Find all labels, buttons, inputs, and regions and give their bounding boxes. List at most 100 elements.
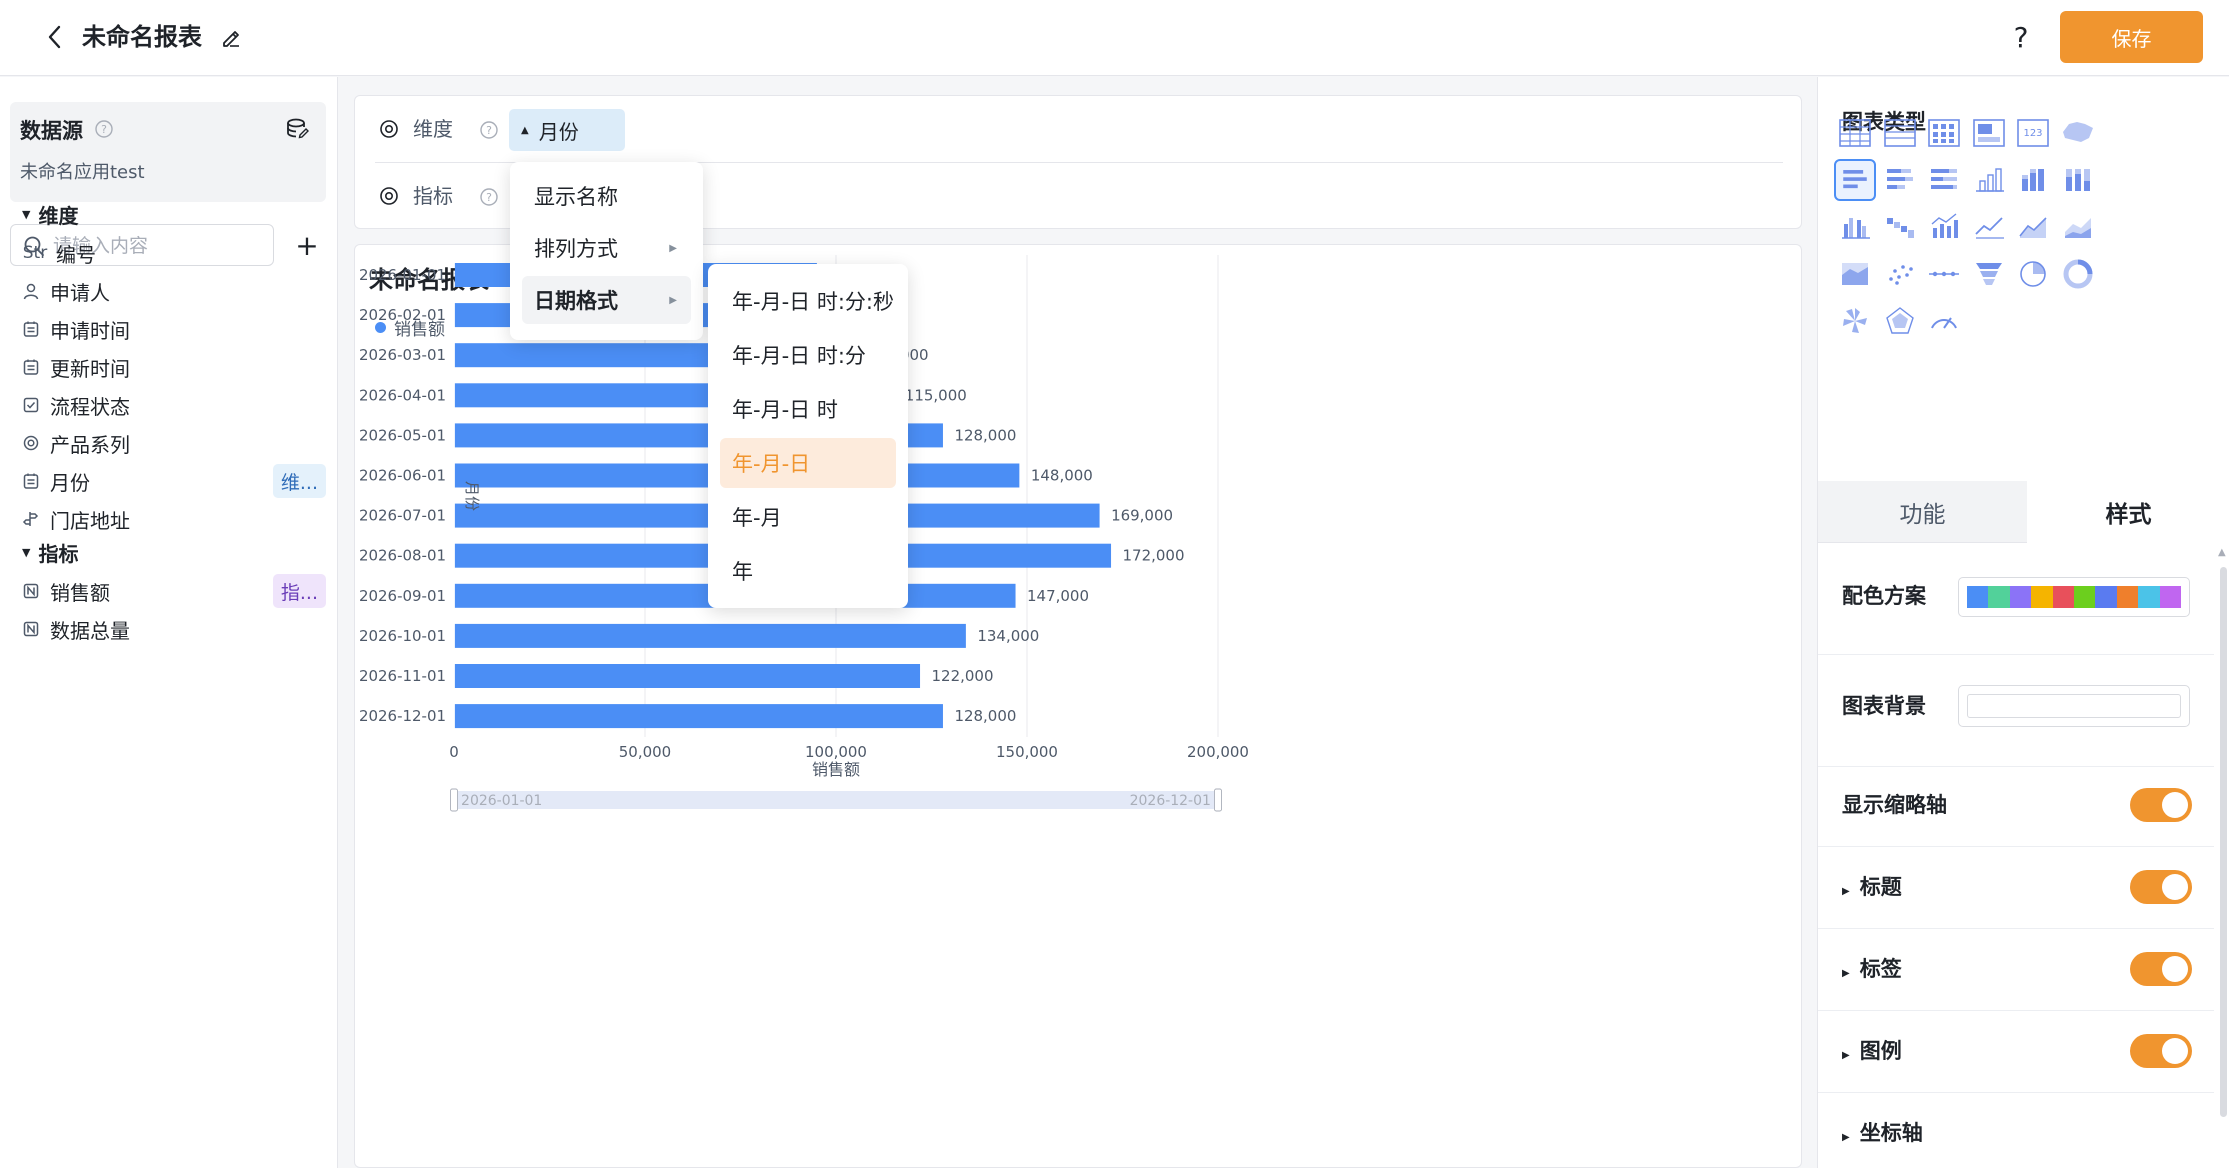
- waterfall-icon[interactable]: [1879, 206, 1921, 248]
- stacked-column-icon[interactable]: [2012, 159, 2054, 201]
- tab-function[interactable]: 功能: [1818, 481, 2027, 543]
- checkbox-icon: [20, 394, 42, 416]
- field-item-flow-status[interactable]: 流程状态: [20, 388, 326, 422]
- field-item-sales[interactable]: 销售额 指...: [20, 574, 326, 608]
- y-axis-label: 月份: [463, 481, 481, 511]
- menu-item-display-name[interactable]: 显示名称: [522, 172, 691, 220]
- pie-icon[interactable]: [2012, 253, 2054, 295]
- tab-style[interactable]: 样式: [2027, 481, 2229, 543]
- datasource-box[interactable]: 数据源 ? 未命名应用test: [10, 102, 326, 202]
- datasource-title: 数据源: [20, 119, 83, 143]
- field-item-store-address[interactable]: 门店地址: [20, 502, 326, 536]
- date-format-option[interactable]: 年-月: [720, 492, 896, 542]
- horizontal-bar-icon[interactable]: [1834, 159, 1876, 201]
- bar: [454, 664, 921, 688]
- rose-icon[interactable]: [1834, 300, 1876, 342]
- report-title: 未命名报表: [82, 23, 202, 51]
- grouped-column-icon[interactable]: [1834, 206, 1876, 248]
- field-item-applicant[interactable]: 申请人: [20, 274, 326, 308]
- right-panel: 图表类型 123 功能 样式 ▲ 配色方案 图表背景 显示缩略轴 ▶ 标题 ▶ 标签…: [1817, 77, 2229, 1168]
- metric-settings-icon: [379, 186, 399, 210]
- help-circle-icon[interactable]: ?: [94, 119, 114, 143]
- map-icon[interactable]: [2057, 112, 2099, 154]
- scrollbar[interactable]: [2220, 567, 2227, 1117]
- date-format-submenu: 年-月-日 时:分:秒 年-月-日 时:分 年-月-日 时 年-月-日 年-月 …: [708, 264, 908, 608]
- field-item-apply-time[interactable]: 申请时间: [20, 312, 326, 346]
- color-scheme-picker[interactable]: [1958, 577, 2190, 617]
- value-label: 169,000: [1111, 507, 1173, 525]
- menu-item-label: 排列方式: [534, 237, 618, 261]
- color-swatch: [2095, 586, 2117, 608]
- prop-title: ▶ 标题: [1818, 847, 2214, 929]
- caret-down-icon: ▼: [22, 207, 31, 221]
- date-format-option[interactable]: 年-月-日 时:分:秒: [720, 276, 896, 326]
- caret-right-icon: ▶: [1842, 968, 1850, 979]
- number-card-icon[interactable]: 123: [2012, 112, 2054, 154]
- stacked-horizontal-bar-icon[interactable]: [1879, 159, 1921, 201]
- dimensions-section-header[interactable]: ▼ 维度: [22, 199, 78, 229]
- top-bar: 未命名报表 ? 保存: [0, 0, 2229, 76]
- card-icon[interactable]: [1968, 112, 2010, 154]
- chevron-left-icon: [48, 25, 61, 49]
- edit-title-button[interactable]: [216, 22, 246, 52]
- menu-item-date-format[interactable]: 日期格式 ▶: [522, 276, 691, 324]
- database-icon[interactable]: [284, 116, 310, 146]
- field-item-month[interactable]: 月份 维...: [20, 464, 326, 498]
- field-label: 月份: [50, 470, 90, 495]
- menu-item-sort[interactable]: 排列方式 ▶: [522, 224, 691, 272]
- zoom-axis-toggle[interactable]: [2130, 788, 2192, 822]
- y-tick-label: 2026-03-01: [359, 346, 446, 364]
- column-icon[interactable]: [1968, 159, 2010, 201]
- legend-section-label[interactable]: ▶ 图例: [1842, 1036, 1902, 1071]
- list-table-icon[interactable]: [1879, 112, 1921, 154]
- title-section-label[interactable]: ▶ 标题: [1842, 872, 1902, 907]
- funnel-icon[interactable]: [1968, 253, 2010, 295]
- field-item-data-total[interactable]: 数据总量: [20, 612, 326, 646]
- labels-toggle[interactable]: [2130, 952, 2192, 986]
- date-format-option[interactable]: 年-月-日 时:分: [720, 330, 896, 380]
- stacked-area-icon[interactable]: [2057, 206, 2099, 248]
- cross-table-icon[interactable]: [1923, 112, 1965, 154]
- color-swatch: [1967, 694, 2181, 718]
- save-button[interactable]: 保存: [2060, 11, 2203, 63]
- radar-icon[interactable]: [1879, 300, 1921, 342]
- field-item-update-time[interactable]: 更新时间: [20, 350, 326, 384]
- chart-bg-color-picker[interactable]: [1958, 685, 2190, 727]
- field-item-product-series[interactable]: 产品系列: [20, 426, 326, 460]
- axis-section-label[interactable]: ▶ 坐标轴: [1842, 1118, 1923, 1153]
- step-line-icon[interactable]: [1923, 253, 1965, 295]
- back-button[interactable]: [38, 20, 72, 54]
- toggle-knob: [2162, 792, 2188, 818]
- user-icon: [20, 280, 42, 302]
- dimension-chip-month[interactable]: ▲ 月份: [509, 109, 625, 151]
- gauge-icon[interactable]: [1923, 300, 1965, 342]
- field-label: 销售额: [50, 580, 110, 605]
- scroll-up-arrow[interactable]: ▲: [2218, 547, 2226, 558]
- donut-icon[interactable]: [2057, 253, 2099, 295]
- metrics-section-header[interactable]: ▼ 指标: [22, 537, 78, 567]
- help-circle-icon[interactable]: ?: [479, 187, 499, 211]
- date-format-option-selected[interactable]: 年-月-日: [720, 438, 896, 488]
- percent-horizontal-bar-icon[interactable]: [1923, 159, 1965, 201]
- field-item-id[interactable]: Str 编号: [20, 236, 326, 270]
- date-format-option[interactable]: 年: [720, 546, 896, 596]
- dimension-settings-icon: [379, 119, 399, 143]
- calendar-icon: [20, 318, 42, 340]
- percent-column-icon[interactable]: [2057, 159, 2099, 201]
- title-toggle[interactable]: [2130, 870, 2192, 904]
- toggle-knob: [2162, 874, 2188, 900]
- help-circle-icon[interactable]: ?: [479, 120, 499, 144]
- date-format-option[interactable]: 年-月-日 时: [720, 384, 896, 434]
- help-button[interactable]: ?: [2004, 18, 2038, 56]
- string-type-icon: Str: [22, 243, 48, 263]
- calendar-icon: [20, 356, 42, 378]
- table-icon[interactable]: [1834, 112, 1876, 154]
- x-tick-label: 200,000: [1187, 743, 1249, 761]
- line-icon[interactable]: [1968, 206, 2010, 248]
- column-line-icon[interactable]: [1923, 206, 1965, 248]
- area-icon[interactable]: [2012, 206, 2054, 248]
- labels-section-label[interactable]: ▶ 标签: [1842, 954, 1902, 989]
- legend-toggle[interactable]: [2130, 1034, 2192, 1068]
- percent-area-icon[interactable]: [1834, 253, 1876, 295]
- scatter-icon[interactable]: [1879, 253, 1921, 295]
